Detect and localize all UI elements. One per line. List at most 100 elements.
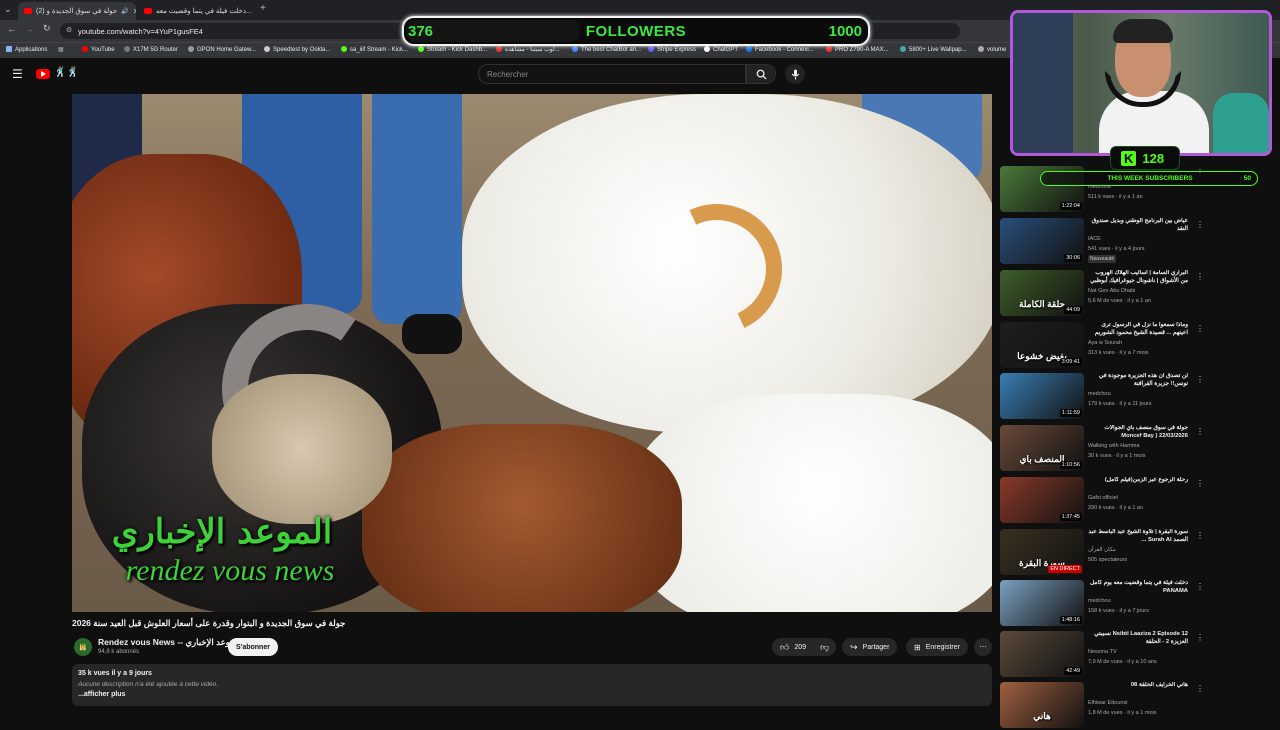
recommended-video-card[interactable]: 1:37:45 رحلة الرجوع عبر الزمن(فيلم كامل) G… [1000,477,1200,525]
recommended-video-title[interactable]: هاني الخرايف الحلقة 08 [1088,682,1188,697]
video-thumbnail[interactable]: 42:49 [1000,631,1084,677]
bookmark-item[interactable]: 5800+ Live Wallpap... [900,46,967,53]
doodle-logo[interactable]: 🕺🏽🕺🏽 [54,67,79,78]
recommended-video-card[interactable]: يفيض خشوعا3:09:41 وماذا سمعوا ما نزل في ا… [1000,322,1200,370]
bookmark-item[interactable]: volume [978,46,1006,53]
recommended-channel-name[interactable]: Walking with Hamma [1088,443,1139,449]
bookmark-item[interactable]: Stream - Kick Dashb... [418,46,487,53]
video-thumbnail[interactable]: يفيض خشوعا3:09:41 [1000,322,1084,368]
video-menu-icon[interactable]: ⋮ [1196,479,1204,488]
reload-icon[interactable]: ↻ [43,23,51,34]
recommended-channel-name[interactable]: Elhiwar Ettounsi [1088,700,1127,706]
webcam-overlay [1010,10,1272,156]
week-subscribers-count: 50 [1244,175,1251,182]
recommended-video-card[interactable]: هاني هاني الخرايف الحلقة 08 Elhiwar Ettoun… [1000,682,1200,730]
video-thumbnail[interactable]: 1:37:45 [1000,477,1084,523]
kick-count: 128 [1142,151,1164,166]
tab-search-icon[interactable]: ⌄ [4,4,12,15]
recommended-video-title[interactable]: دخلت فيلة في يتما وقضيت معه يوم كامل PAN… [1088,580,1188,595]
search-button[interactable] [746,64,776,84]
recommended-channel-name[interactable]: مكان القرآن [1088,547,1116,553]
video-menu-icon[interactable]: ⋮ [1196,272,1204,281]
forward-icon[interactable]: → [25,24,34,34]
bookmark-item[interactable]: PRO Z790-A MAX... [826,46,889,53]
recommended-channel-name[interactable]: Gafsi officiel [1088,495,1118,501]
save-button[interactable]: ⊞ Enregistrer [906,638,968,656]
recommended-video-title[interactable]: Nsibti Laaziza 2 Episode 12 نسيبتي العزي… [1088,631,1188,646]
dislike-icon[interactable]: 👎︎ [820,642,829,653]
recommended-channel-name[interactable]: IACE [1088,236,1101,242]
video-menu-icon[interactable]: ⋮ [1196,582,1204,591]
recommended-video-title[interactable]: رحلة الرجوع عبر الزمن(فيلم كامل) [1088,477,1188,492]
grid-icon[interactable]: ▦ [58,46,64,53]
like-icon[interactable]: 👍︎ [780,642,789,653]
recommended-video-card[interactable]: سورة البقرةEN DIRECT سورة البقرة | تلاوة … [1000,529,1200,577]
recommended-channel-name[interactable]: medchou [1088,598,1111,604]
bookmark-item[interactable]: Applications [6,46,47,53]
bookmark-item[interactable]: YouTube [82,46,115,53]
tab-inactive[interactable]: دخلت فيلة في يتما وقضيت معه... ✕ [138,2,256,20]
site-info-icon[interactable]: ⚙ [66,26,72,34]
video-thumbnail[interactable]: المنصف باي1:10:56 [1000,425,1084,471]
recommended-channel-name[interactable]: medchou [1088,391,1111,397]
recommended-video-title[interactable]: جولة في سوق منصف باي الجوالات Moncef Bay… [1088,425,1188,440]
video-thumbnail[interactable]: حلقة الكاملة44:09 [1000,270,1084,316]
recommended-video-title[interactable]: وماذا سمعوا ما نزل في الرسول ترى اعينهم … [1088,322,1188,337]
recommended-video-card[interactable]: 1:11:59 لن تصدق أن هذه الجزيرة موجودة في … [1000,373,1200,421]
channel-name[interactable]: Rendez vous News -- الموعد الإخباري [98,637,240,648]
new-tab-icon[interactable]: + [260,3,266,14]
more-actions-button[interactable]: ⋯ [974,638,992,656]
video-player[interactable]: الموعد الإخباري rendez vous news [72,94,992,612]
video-menu-icon[interactable]: ⋮ [1196,324,1204,333]
video-menu-icon[interactable]: ⋮ [1196,531,1204,540]
video-thumbnail[interactable]: 1:48:16 [1000,580,1084,626]
recommended-video-card[interactable]: المنصف باي1:10:56 جولة في سوق منصف باي ال… [1000,425,1200,473]
share-button[interactable]: ↪ Partager [842,638,897,656]
video-thumbnail[interactable]: هاني [1000,682,1084,728]
recommended-video-title[interactable]: سورة البقرة | تلاوة الشيخ عبد الباسط عبد… [1088,529,1188,544]
week-subscribers-label: THIS WEEK SUBSCRIBERS [1041,175,1259,182]
search-input[interactable]: Rechercher [478,64,746,84]
video-menu-icon[interactable]: ⋮ [1196,633,1204,642]
video-thumbnail[interactable]: سورة البقرةEN DIRECT [1000,529,1084,575]
youtube-logo-icon[interactable] [36,69,50,79]
recommended-channel-name[interactable]: Nessma TV [1088,649,1117,655]
bookmark-item[interactable]: The best ChatBot an... [572,46,641,53]
recommended-video-card[interactable]: 1:48:16 دخلت فيلة في يتما وقضيت معه يوم ك… [1000,580,1200,628]
recommended-video-title[interactable]: لن تصدق أن هذه الجزيرة موجودة في تونس!! … [1088,373,1188,388]
video-menu-icon[interactable]: ⋮ [1196,375,1204,384]
voice-search-button[interactable] [785,64,805,84]
back-icon[interactable]: ← [7,24,16,34]
tab-active[interactable]: (2) جولة في سوق الجديدة و 🔊 ✕ [18,2,136,20]
recommended-video-card[interactable]: حلقة الكاملة44:09 البراري السامة | أساليب… [1000,270,1200,318]
video-menu-icon[interactable]: ⋮ [1196,684,1204,693]
recommended-video-title[interactable]: البراري السامة | أساليب الهلاك الهروب من… [1088,270,1188,285]
description-box[interactable]: 35 k vues il y a 9 jours Aucune descript… [72,664,992,706]
recommended-channel-name[interactable]: Nat Geo Abu Dhabi [1088,288,1135,294]
subscribe-button[interactable]: S'abonner [228,638,278,656]
bookmark-item[interactable]: sa_iiif Stream - Kick... [341,46,408,53]
close-tab-icon[interactable]: ✕ [133,7,136,16]
bookmark-item[interactable]: X17M 5G Router [124,46,178,53]
recommended-video-title[interactable]: عياض بين البرنامج الوطني وبديل صندوق الن… [1088,218,1188,233]
menu-icon[interactable]: ☰ [12,67,23,81]
recommended-channel-name[interactable]: Aya w Sourah [1088,340,1122,346]
bookmark-item[interactable]: GPON Home Gatew... [188,46,256,53]
show-more-link[interactable]: ...afficher plus [78,691,125,698]
bookmark-item[interactable]: لوب سيتنا - مشاهدة... [496,46,560,53]
recommended-video-card[interactable]: 30:06 عياض بين البرنامج الوطني وبديل صندو… [1000,218,1200,266]
video-menu-icon[interactable]: ⋮ [1196,220,1204,229]
recommended-video-card[interactable]: 42:49 Nsibti Laaziza 2 Episode 12 نسيبتي … [1000,631,1200,679]
bookmark-item[interactable]: Stripe Express [648,46,696,53]
bookmark-item[interactable]: Facebook - Connexi... [746,46,814,53]
share-icon: ↪ [850,642,858,653]
channel-avatar[interactable]: 🕌 [74,638,92,656]
video-menu-icon[interactable]: ⋮ [1196,427,1204,436]
video-thumbnail[interactable]: 30:06 [1000,218,1084,264]
bookmark-label: PRO Z790-A MAX... [835,47,889,53]
like-count[interactable]: 209 [794,644,806,651]
bookmark-item[interactable]: ChatGPT [704,46,738,53]
video-thumbnail[interactable]: 1:11:59 [1000,373,1084,419]
subscribe-label: S'abonner [236,644,270,651]
bookmark-item[interactable]: Speedtest by Ookla... [264,46,330,53]
